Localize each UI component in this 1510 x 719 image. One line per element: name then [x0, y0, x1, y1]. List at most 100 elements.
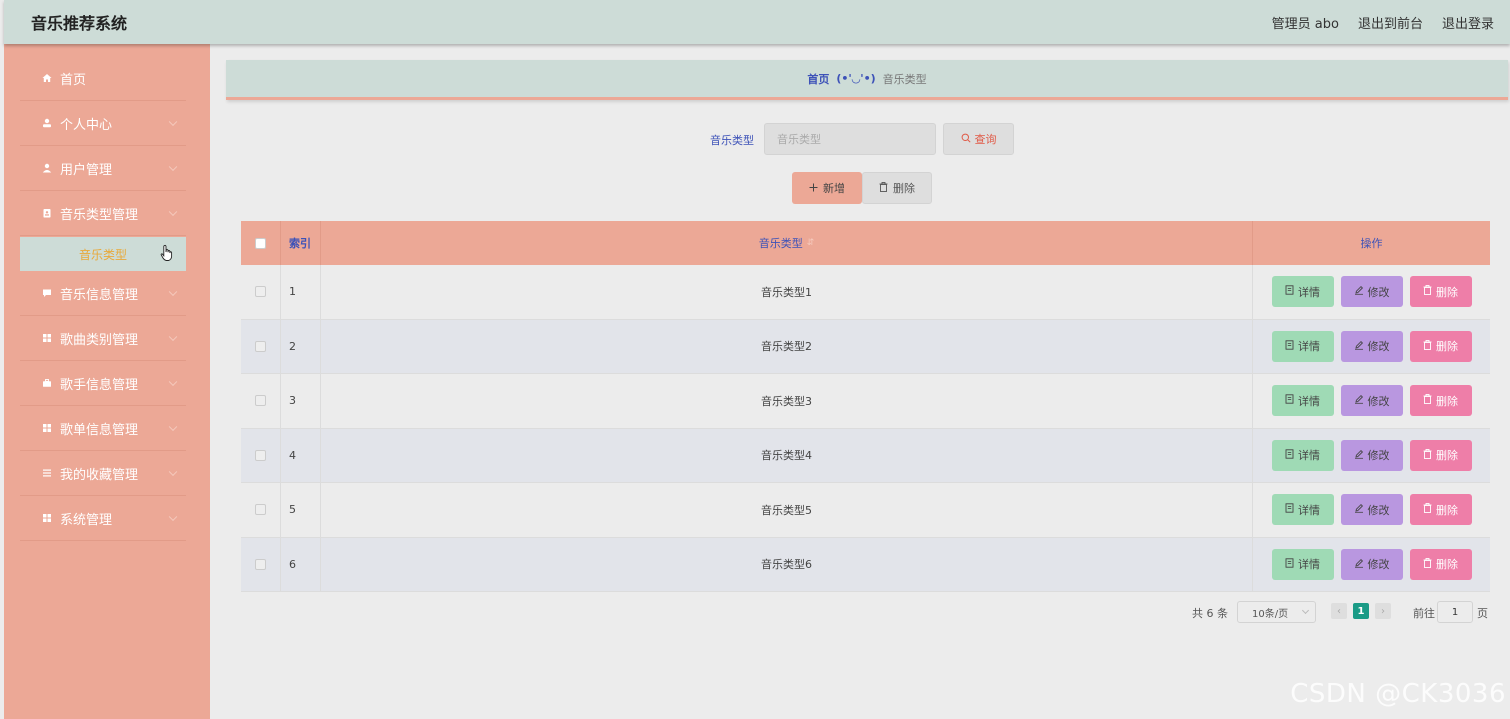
goto-page-input[interactable]: 1: [1437, 601, 1473, 623]
pencil-icon: [1354, 449, 1364, 462]
row-select-cell: [241, 265, 281, 319]
logout-link[interactable]: 退出登录: [1442, 13, 1494, 32]
batch-delete-button[interactable]: 删除: [862, 172, 932, 204]
edit-button[interactable]: 修改: [1340, 276, 1403, 308]
add-button[interactable]: 新增: [792, 172, 862, 204]
page-suffix: 页: [1477, 607, 1488, 620]
sidebar-item-music-info-management[interactable]: 音乐信息管理: [20, 271, 186, 316]
row-select-cell: [241, 428, 281, 482]
pencil-icon: [1354, 285, 1364, 298]
delete-button[interactable]: 删除: [1409, 276, 1472, 308]
current-user: 管理员 abo: [1271, 16, 1339, 32]
edit-button[interactable]: 修改: [1340, 385, 1403, 417]
row-checkbox[interactable]: [255, 395, 266, 407]
chevron-down-icon: [168, 287, 178, 297]
edit-button[interactable]: 修改: [1340, 439, 1403, 471]
detail-button[interactable]: 详情: [1271, 276, 1334, 308]
document-icon: [1285, 449, 1294, 462]
detail-button[interactable]: 详情: [1271, 494, 1334, 526]
person-icon: [40, 118, 54, 128]
detail-button-label: 详情: [1298, 394, 1320, 408]
select-all-checkbox[interactable]: [255, 237, 266, 249]
next-page-button[interactable]: ›: [1375, 603, 1391, 619]
chevron-down-icon: [168, 512, 178, 522]
sidebar-item-personal-center[interactable]: 个人中心: [20, 101, 186, 146]
row-checkbox[interactable]: [255, 340, 266, 352]
detail-button-label: 详情: [1298, 285, 1320, 299]
table-row: 3 音乐类型3 详情 修改 删除: [241, 374, 1490, 429]
table-row: 4 音乐类型4 详情 修改 删除: [241, 428, 1490, 483]
trash-icon: [1423, 339, 1432, 353]
row-index: 3: [281, 374, 321, 428]
delete-button[interactable]: 删除: [1409, 385, 1472, 417]
chevron-down-icon: [168, 332, 178, 342]
sidebar-item-music-type-management[interactable]: 音乐类型管理: [20, 191, 186, 236]
sidebar-item-label: 系统管理: [60, 512, 113, 528]
row-checkbox[interactable]: [255, 504, 266, 516]
row-checkbox[interactable]: [255, 449, 266, 461]
edit-button-label: 修改: [1367, 394, 1390, 408]
detail-button[interactable]: 详情: [1271, 385, 1334, 417]
prev-page-button[interactable]: ‹: [1331, 603, 1347, 619]
data-table: 索引 音乐类型 ⇵ 操作 1 音乐类型1 详情 修改 删除 2 音乐类型2 详情…: [241, 221, 1490, 592]
sidebar-item-playlist-info-management[interactable]: 歌单信息管理: [20, 406, 186, 451]
search-input[interactable]: 音乐类型: [764, 123, 936, 155]
sidebar-item-system-management[interactable]: 系统管理: [20, 496, 186, 541]
row-checkbox[interactable]: [255, 558, 266, 570]
delete-button[interactable]: 删除: [1409, 330, 1472, 362]
select-all-cell: [241, 221, 281, 265]
query-button[interactable]: 查询: [943, 123, 1014, 155]
detail-button[interactable]: 详情: [1271, 439, 1334, 471]
sidebar-item-singer-info-management[interactable]: 歌手信息管理: [20, 361, 186, 406]
sidebar-item-label: 歌手信息管理: [60, 377, 139, 393]
sidebar-item-favorites-management[interactable]: 我的收藏管理: [20, 451, 186, 496]
sidebar-item-label: 我的收藏管理: [60, 467, 139, 483]
page-number-current[interactable]: 1: [1353, 603, 1369, 619]
sort-icon[interactable]: ⇵: [807, 238, 815, 248]
list-icon: [40, 468, 54, 478]
chevron-down-icon: [168, 422, 178, 432]
table-row: 6 音乐类型6 详情 修改 删除: [241, 537, 1490, 592]
trash-icon: [1423, 394, 1432, 407]
pencil-icon: [1354, 394, 1364, 407]
chevron-down-icon: [168, 207, 178, 217]
row-index: 1: [281, 265, 321, 319]
delete-button[interactable]: 删除: [1409, 548, 1472, 580]
delete-button[interactable]: 删除: [1409, 439, 1472, 471]
grid-icon: [40, 423, 54, 433]
breadcrumb-home[interactable]: 首页: [807, 71, 829, 87]
user-icon: [40, 163, 54, 173]
home-icon: [40, 73, 54, 83]
sidebar-item-home[interactable]: 首页: [20, 56, 186, 101]
edit-button[interactable]: 修改: [1340, 548, 1403, 580]
delete-button[interactable]: 删除: [1409, 494, 1472, 526]
watermark: CSDN @CK3036: [1290, 679, 1506, 709]
edit-button[interactable]: 修改: [1340, 330, 1403, 362]
detail-button[interactable]: 详情: [1271, 330, 1334, 362]
row-music-type: 音乐类型4: [321, 428, 1253, 482]
grid-icon: [40, 333, 54, 343]
chevron-down-icon: [168, 377, 178, 387]
row-select-cell: [241, 537, 281, 591]
row-music-type: 音乐类型5: [321, 483, 1253, 537]
chevron-down-icon: [168, 467, 178, 477]
edit-button[interactable]: 修改: [1340, 494, 1403, 526]
document-icon: [1285, 503, 1294, 516]
column-header-name[interactable]: 音乐类型 ⇵: [321, 221, 1253, 265]
table-body: 1 音乐类型1 详情 修改 删除 2 音乐类型2 详情 修改 删除 3 音乐类型…: [241, 265, 1490, 592]
add-button-label: 新增: [823, 182, 845, 195]
row-music-type: 音乐类型2: [321, 319, 1253, 373]
sidebar-item-user-management[interactable]: 用户管理: [20, 146, 186, 191]
row-music-type: 音乐类型1: [321, 265, 1253, 319]
detail-button-label: 详情: [1298, 503, 1320, 517]
sidebar-item-label: 音乐信息管理: [60, 287, 139, 303]
trash-icon: [1423, 557, 1432, 571]
sidebar-item-song-category-management[interactable]: 歌曲类别管理: [20, 316, 186, 361]
table-row: 2 音乐类型2 详情 修改 删除: [241, 319, 1490, 374]
page-size-select[interactable]: 10条/页: [1237, 601, 1316, 623]
detail-button[interactable]: 详情: [1271, 548, 1334, 580]
row-select-cell: [241, 319, 281, 373]
back-to-frontend-link[interactable]: 退出到前台: [1358, 13, 1423, 32]
chevron-right-icon: ›: [1381, 605, 1385, 617]
row-checkbox[interactable]: [255, 286, 266, 298]
